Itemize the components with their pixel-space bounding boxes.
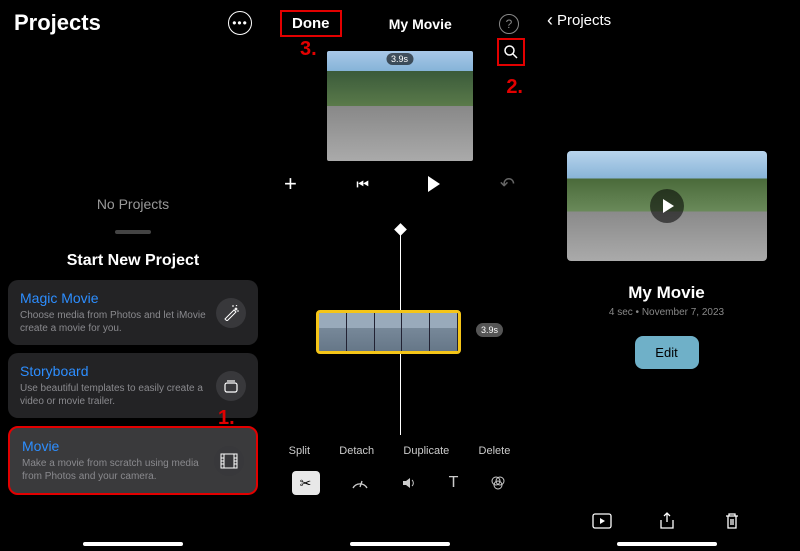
editor-screen: Done My Movie ? 3. 3.9s 2. + ⏮ ↶ 3.9s Sp… <box>266 0 533 551</box>
undo-button[interactable]: ↶ <box>500 174 515 195</box>
duplicate-button[interactable]: Duplicate <box>403 445 449 457</box>
project-detail-screen: ‹ Projects My Movie 4 sec • November 7, … <box>533 0 800 551</box>
clip-thumbnail <box>430 313 458 351</box>
card-movie[interactable]: Movie Make a movie from scratch using me… <box>8 426 258 495</box>
filters-tool[interactable] <box>489 474 507 492</box>
home-indicator[interactable] <box>350 542 450 546</box>
project-meta: 4 sec • November 7, 2023 <box>533 307 800 318</box>
card-title: Storyboard <box>20 363 208 379</box>
project-type-cards: Magic Movie Choose media from Photos and… <box>0 270 266 495</box>
back-button[interactable]: Projects <box>557 12 611 29</box>
done-button[interactable]: Done <box>280 10 342 37</box>
play-icon[interactable] <box>592 511 612 531</box>
stack-icon <box>216 371 246 401</box>
edit-button[interactable]: Edit <box>635 336 699 369</box>
clip-thumbnail <box>347 313 375 351</box>
bottom-actions <box>533 511 800 531</box>
scissors-tool[interactable]: ✂ <box>292 471 320 495</box>
toolbar: ✂ T <box>266 463 533 509</box>
projects-list-screen: Projects ••• No Projects Start New Proje… <box>0 0 266 551</box>
back-chevron-icon[interactable]: ‹ <box>547 10 553 31</box>
screen-title: Projects <box>14 10 101 36</box>
film-icon <box>214 446 244 476</box>
help-button[interactable]: ? <box>499 14 519 34</box>
clip-thumbnail <box>402 313 430 351</box>
home-indicator[interactable] <box>83 542 183 546</box>
card-title: Movie <box>22 438 206 454</box>
card-desc: Use beautiful templates to easily create… <box>20 382 208 408</box>
play-overlay-button[interactable] <box>650 189 684 223</box>
card-magic-movie[interactable]: Magic Movie Choose media from Photos and… <box>8 280 258 345</box>
annotation-2: 2. <box>506 76 523 99</box>
trash-icon[interactable] <box>722 511 742 531</box>
clip-duration-badge: 3.9s <box>476 323 503 337</box>
card-title: Magic Movie <box>20 290 208 306</box>
card-desc: Choose media from Photos and let iMovie … <box>20 309 208 335</box>
speed-tool[interactable] <box>351 474 369 492</box>
duration-badge: 3.9s <box>386 53 413 65</box>
movie-title: My Movie <box>389 16 452 32</box>
clip-edit-actions: Split Detach Duplicate Delete <box>266 435 533 463</box>
timeline[interactable]: 3.9s <box>266 225 533 435</box>
annotation-1: 1. <box>218 407 235 430</box>
play-button[interactable] <box>428 176 440 192</box>
project-title: My Movie <box>533 283 800 303</box>
home-indicator[interactable] <box>617 542 717 546</box>
video-preview[interactable]: 3.9s <box>327 51 473 161</box>
split-button[interactable]: Split <box>289 445 310 457</box>
detach-button[interactable]: Detach <box>339 445 374 457</box>
text-tool[interactable]: T <box>449 474 459 492</box>
clip-thumbnail <box>319 313 347 351</box>
delete-button[interactable]: Delete <box>479 445 511 457</box>
video-clip[interactable] <box>316 310 461 354</box>
header: Projects ••• <box>0 0 266 46</box>
project-thumbnail[interactable] <box>567 151 767 261</box>
wand-icon <box>216 298 246 328</box>
zoom-button[interactable] <box>497 38 525 66</box>
volume-tool[interactable] <box>400 474 418 492</box>
previous-button[interactable]: ⏮ <box>356 176 369 193</box>
clip-thumbnail <box>375 313 403 351</box>
playback-controls: + ⏮ ↶ <box>266 161 533 207</box>
card-desc: Make a movie from scratch using media fr… <box>22 457 206 483</box>
sheet-grabber[interactable] <box>115 230 151 234</box>
more-menu-button[interactable]: ••• <box>228 11 252 35</box>
share-icon[interactable] <box>657 511 677 531</box>
magnifier-icon <box>503 44 519 60</box>
empty-state-label: No Projects <box>0 196 266 212</box>
header: ‹ Projects <box>533 0 800 41</box>
annotation-3: 3. <box>300 38 317 61</box>
add-media-button[interactable]: + <box>284 171 297 197</box>
start-new-project-heading: Start New Project <box>0 252 266 270</box>
